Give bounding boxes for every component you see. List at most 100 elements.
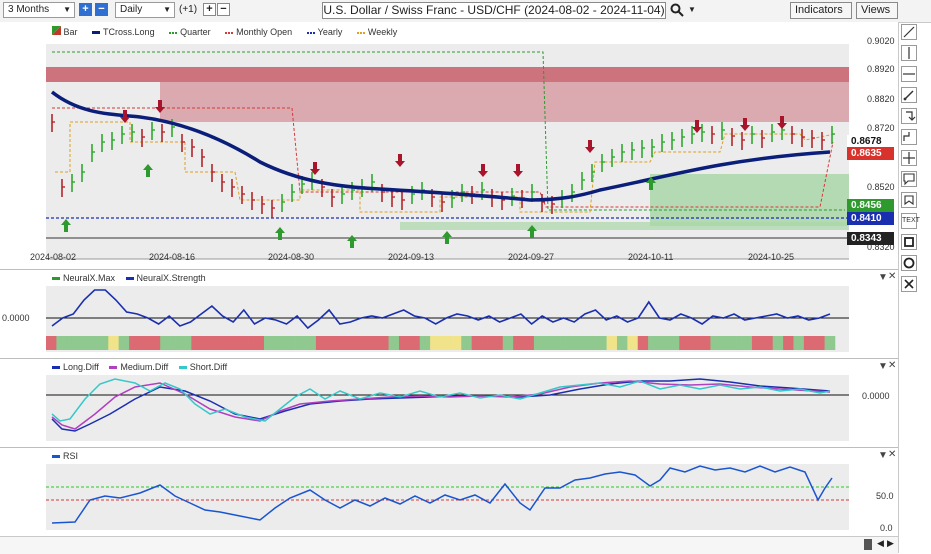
remove-offset-button[interactable]: −	[217, 3, 230, 16]
heat-cell	[170, 336, 182, 350]
heat-cell	[814, 336, 825, 350]
heat-cell	[357, 336, 369, 350]
heat-cell	[544, 336, 555, 350]
rsi-pane: RSI ▼ ✕ 50.0 0.0	[0, 448, 898, 537]
heat-cell	[679, 336, 690, 350]
y-tick: 0.8920	[867, 64, 895, 74]
price-pane: Bar TCross.Long Quarter Monthly Open Yea…	[0, 22, 898, 270]
ellipse-tool[interactable]	[901, 255, 917, 271]
diff-chart[interactable]	[0, 359, 898, 447]
period-select-value: 3 Months	[8, 4, 50, 15]
support-zone	[650, 174, 849, 226]
toolbar-separator	[898, 22, 899, 553]
resistance-zone	[46, 67, 849, 82]
neuralx-heat-strip	[46, 336, 836, 350]
heat-cell	[492, 336, 504, 350]
marker-tool[interactable]	[901, 192, 917, 208]
rectangle-tool[interactable]	[901, 234, 917, 250]
heat-cell	[627, 336, 639, 350]
price-chart[interactable]	[0, 22, 898, 269]
horizontal-line-tool[interactable]	[901, 66, 917, 82]
x-tick: 2024-10-11	[628, 252, 674, 262]
diff-value: 0.0000	[862, 391, 890, 401]
heat-cell	[762, 336, 774, 350]
vertical-line-tool[interactable]	[901, 45, 917, 61]
heat-cell	[637, 336, 649, 350]
heat-cell	[783, 336, 794, 350]
heat-cell	[160, 336, 171, 350]
toolbar: 3 Months ▼ + − Daily ▼ (+1) + − U.S. Dol…	[0, 0, 931, 30]
heat-cell	[336, 336, 348, 350]
price-tag-quarter: 0.8456	[847, 199, 894, 212]
scroll-right-icon[interactable]: ▶	[887, 538, 894, 549]
heat-cell	[710, 336, 722, 350]
arrow-tool[interactable]	[901, 108, 917, 124]
heat-cell	[793, 336, 805, 350]
heat-cell	[450, 336, 462, 350]
views-button[interactable]: Views ▼	[856, 2, 898, 30]
diff-pane: Long.Diff Medium.Diff Short.Diff ▼ ✕ 0.0…	[0, 359, 898, 448]
price-tag-yearly: 0.8410	[847, 212, 894, 225]
heat-cell	[575, 336, 587, 350]
x-tick: 2024-08-16	[149, 252, 196, 262]
x-tick: 2024-08-02	[30, 252, 77, 262]
crosshair-tool[interactable]	[901, 150, 917, 166]
offset-label: (+1)	[179, 4, 198, 15]
period-select[interactable]: 3 Months ▼	[3, 2, 75, 18]
resistance-zone-lower	[160, 82, 849, 122]
zoom-out-button[interactable]: −	[95, 3, 108, 16]
zoom-in-button[interactable]: +	[79, 3, 92, 16]
heat-cell	[129, 336, 140, 350]
heat-cell	[668, 336, 680, 350]
heat-cell	[97, 336, 109, 350]
heat-cell	[596, 336, 607, 350]
heat-cell	[253, 336, 265, 350]
heat-cell	[533, 336, 545, 350]
heat-cell	[741, 336, 753, 350]
neuralx-value: 0.0000	[2, 313, 30, 323]
delete-drawings-tool[interactable]	[901, 276, 917, 292]
chevron-down-icon: ▼	[63, 5, 71, 14]
chevron-down-icon[interactable]: ▼	[688, 5, 696, 14]
heat-cell	[118, 336, 130, 350]
callout-tool[interactable]	[901, 171, 917, 187]
heat-cell	[616, 336, 628, 350]
heat-cell	[305, 336, 317, 350]
heat-cell	[720, 336, 732, 350]
heat-cell	[222, 336, 234, 350]
y-tick: 0.8820	[867, 94, 895, 104]
pen-tool[interactable]	[901, 87, 917, 103]
neuralx-chart[interactable]	[0, 270, 898, 358]
y-tick: 0.9020	[867, 36, 895, 46]
heat-cell	[243, 336, 254, 350]
y-tick: 0.8720	[867, 123, 895, 133]
heat-cell	[824, 336, 836, 350]
chevron-down-icon: ▼	[163, 5, 171, 14]
scroll-left-icon[interactable]: ◀	[877, 538, 884, 549]
heat-cell	[440, 336, 452, 350]
scrollbar-thumb[interactable]	[864, 539, 872, 550]
rsi-chart[interactable]	[0, 448, 898, 536]
interval-select[interactable]: Daily ▼	[115, 2, 175, 18]
heat-cell	[201, 336, 213, 350]
neuralx-pane: NeuralX.Max NeuralX.Strength ▼ ✕ 0.0000	[0, 270, 898, 359]
x-tick: 2024-09-27	[508, 252, 555, 262]
text-tool[interactable]: TEXT	[901, 213, 920, 229]
indicators-button[interactable]: Indicators ▼	[790, 2, 852, 30]
heat-cell	[731, 336, 742, 350]
step-line-tool[interactable]	[901, 129, 917, 145]
heat-cell	[689, 336, 701, 350]
heat-cell	[284, 336, 296, 350]
add-offset-button[interactable]: +	[203, 3, 216, 16]
heat-cell	[87, 336, 99, 350]
horizontal-scrollbar[interactable]: ◀ ▶	[0, 536, 898, 554]
heat-cell	[56, 336, 68, 350]
draw-line-tool[interactable]	[901, 24, 917, 40]
chart-title[interactable]: U.S. Dollar / Swiss Franc - USD/CHF (202…	[322, 2, 666, 19]
heat-cell	[326, 336, 337, 350]
heat-cell	[77, 336, 88, 350]
rsi-y-tick: 50.0	[876, 491, 894, 501]
price-tag-low: 0.8343	[847, 232, 894, 245]
heat-cell	[191, 336, 203, 350]
search-icon[interactable]	[670, 3, 684, 17]
